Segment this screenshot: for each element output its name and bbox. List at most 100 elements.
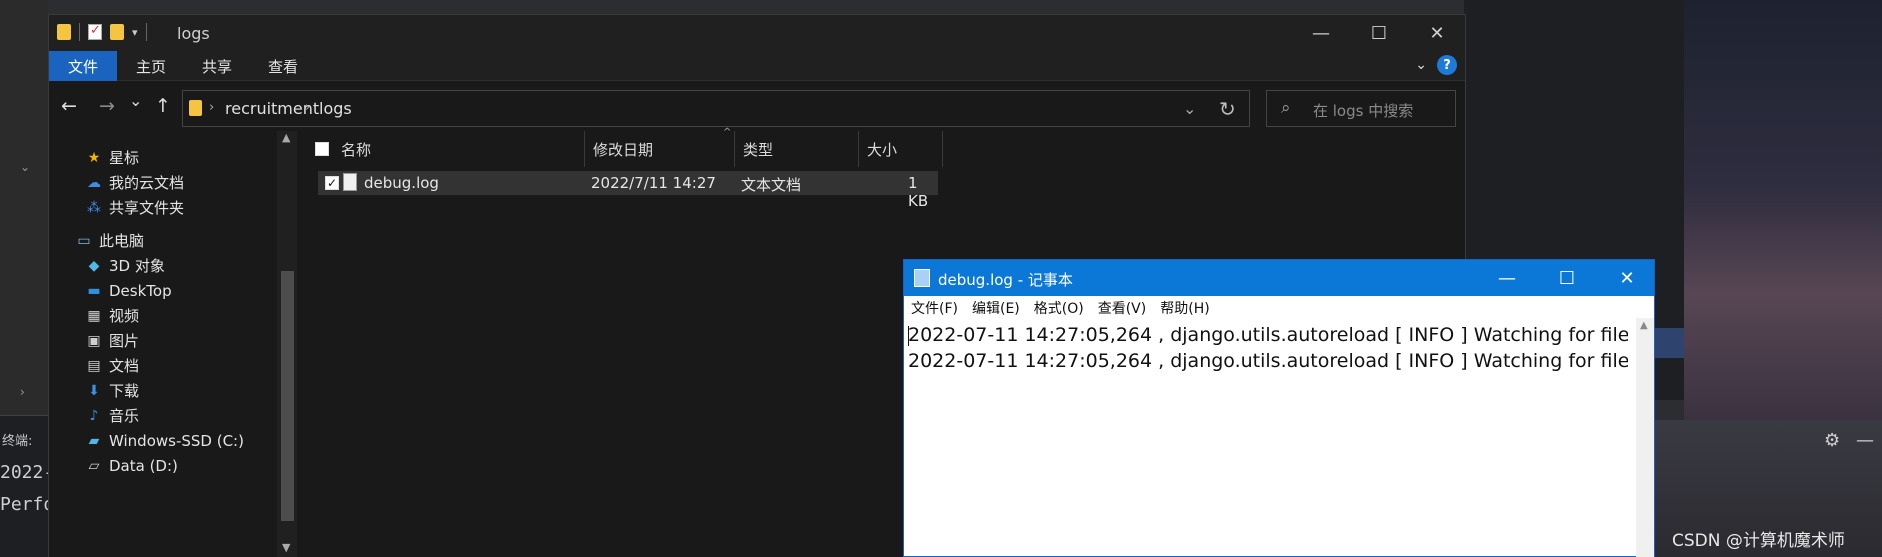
breadcrumb-logs[interactable]: logs (319, 99, 352, 118)
maximize-button[interactable]: ☐ (1538, 260, 1596, 296)
chevron-right-icon[interactable]: › (305, 100, 310, 115)
notepad-icon (914, 269, 930, 287)
chevron-down-icon[interactable]: ⌄ (20, 160, 30, 174)
expand-ribbon-icon[interactable]: ⌄ (1415, 57, 1427, 73)
sidebar-item-pictures[interactable]: ▣ 图片 (85, 328, 139, 353)
sidebar-item-cloud-docs[interactable]: ☁ 我的云文档 (85, 170, 184, 195)
help-icon[interactable]: ? (1437, 55, 1457, 75)
star-icon: ★ (87, 149, 101, 166)
picture-icon: ▣ (87, 332, 101, 349)
refresh-icon[interactable]: ↻ (1219, 97, 1236, 121)
file-modified: 2022/7/11 14:27 (591, 174, 716, 192)
download-icon: ⬇ (88, 382, 100, 399)
search-icon: ⌕ (1281, 98, 1291, 118)
gear-icon[interactable]: ⚙ (1824, 430, 1840, 451)
close-button[interactable]: ✕ (1598, 260, 1656, 296)
menu-help[interactable]: 帮助(H) (1153, 296, 1216, 318)
sidebar-item-label: 3D 对象 (109, 257, 165, 275)
explorer-titlebar[interactable]: ▾ logs — ☐ ✕ (49, 15, 1465, 51)
notepad-menubar: 文件(F) 编辑(E) 格式(O) 查看(V) 帮助(H) (904, 296, 1654, 318)
table-row[interactable]: ✓ debug.log 2022/7/11 14:27 文本文档 1 KB (318, 171, 938, 210)
chevron-down-icon[interactable]: ⌄ (1183, 99, 1196, 118)
tab-file[interactable]: 文件 (49, 51, 117, 81)
log-line: 2022-07-11 14:27:05,264 , django.utils.a… (908, 324, 1628, 346)
sidebar-item-documents[interactable]: ▤ 文档 (85, 353, 139, 378)
close-button[interactable]: ✕ (1408, 15, 1466, 51)
folder-icon (57, 24, 71, 40)
ribbon: 文件 主页 共享 查看 ⌄ ? (49, 51, 1465, 81)
select-all-checkbox[interactable] (315, 142, 329, 156)
divider (145, 23, 147, 41)
sidebar-item-star[interactable]: ★ 星标 (85, 145, 139, 170)
sidebar-item-label: 共享文件夹 (109, 199, 185, 217)
address-row: ← → ⌄ ↑ › recruitment › logs ⌄ ↻ ⌕ 在 log… (49, 81, 1465, 131)
terminal-line: Perfo (0, 494, 55, 515)
chevron-right-icon[interactable]: › (209, 100, 214, 115)
column-header-modified[interactable]: 修改日期 (585, 131, 735, 167)
forward-arrow-icon[interactable]: → (99, 95, 115, 117)
sidebar-item-3d-objects[interactable]: ◆ 3D 对象 (85, 253, 165, 278)
scroll-down-icon[interactable]: ▼ (282, 541, 290, 554)
file-type: 文本文档 (741, 176, 802, 194)
row-checkbox[interactable]: ✓ (325, 176, 339, 190)
back-arrow-icon[interactable]: ← (61, 95, 77, 117)
sidebar-item-this-pc[interactable]: ▭ 此电脑 (75, 228, 144, 253)
sidebar-item-label: DeskTop (109, 281, 172, 300)
desktop-wallpaper (1684, 0, 1882, 420)
minimize-button[interactable]: — (1478, 260, 1536, 296)
up-arrow-icon[interactable]: ↑ (155, 95, 171, 117)
scrollbar-thumb[interactable] (281, 271, 294, 521)
sidebar-item-shared-folder[interactable]: ⁂ 共享文件夹 (85, 195, 184, 220)
sidebar-item-label: 下载 (109, 382, 140, 400)
tab-view[interactable]: 查看 (251, 51, 315, 81)
sidebar-item-drive-d[interactable]: ▱ Data (D:) (85, 453, 178, 478)
hide-panel-icon[interactable]: — (1856, 430, 1874, 451)
log-line: 2022-07-11 14:27:05,264 , django.utils.a… (908, 350, 1628, 372)
sidebar-item-label: 音乐 (109, 407, 140, 425)
music-icon: ♪ (89, 407, 99, 424)
sidebar-item-desktop[interactable]: ▬ DeskTop (85, 278, 172, 303)
column-header-type[interactable]: 类型 (735, 131, 859, 167)
cube-icon: ◆ (88, 257, 100, 274)
properties-icon[interactable] (88, 23, 102, 40)
scroll-up-icon[interactable]: ▲ (1640, 320, 1648, 331)
sidebar-item-label: Windows-SSD (C:) (109, 431, 244, 450)
tab-share[interactable]: 共享 (185, 51, 249, 81)
minimize-button[interactable]: — (1292, 15, 1350, 51)
sidebar-item-drive-c[interactable]: ▰ Windows-SSD (C:) (85, 428, 244, 453)
cloud-icon: ☁ (87, 174, 101, 191)
maximize-button[interactable]: ☐ (1350, 15, 1408, 51)
search-box[interactable]: ⌕ 在 logs 中搜索 (1266, 90, 1456, 127)
notepad-scrollbar[interactable]: ▲ (1636, 318, 1654, 557)
menu-edit[interactable]: 编辑(E) (965, 296, 1027, 318)
file-size: 1 KB (908, 174, 929, 210)
column-header-size[interactable]: 大小 (859, 131, 943, 167)
customize-toolbar-icon[interactable]: ▾ (132, 26, 138, 39)
new-folder-icon[interactable] (110, 24, 124, 40)
notepad-window: debug.log - 记事本 — ☐ ✕ 文件(F) 编辑(E) 格式(O) … (903, 259, 1655, 557)
file-name: debug.log (364, 174, 439, 192)
scroll-up-icon[interactable]: ▲ (282, 131, 290, 144)
terminal-label: 终端: (2, 434, 33, 449)
notepad-titlebar[interactable]: debug.log - 记事本 — ☐ ✕ (904, 260, 1654, 296)
chevron-right-icon[interactable]: › (20, 385, 25, 399)
menu-file[interactable]: 文件(F) (904, 296, 965, 318)
sidebar-item-music[interactable]: ♪ 音乐 (85, 403, 139, 428)
sidebar-item-downloads[interactable]: ⬇ 下载 (85, 378, 139, 403)
menu-view[interactable]: 查看(V) (1091, 296, 1154, 318)
recent-locations-icon[interactable]: ⌄ (129, 91, 142, 110)
address-bar[interactable]: › recruitment › logs ⌄ ↻ (182, 90, 1250, 127)
sidebar-item-videos[interactable]: ▦ 视频 (85, 303, 139, 328)
tab-home[interactable]: 主页 (119, 51, 183, 81)
sidebar-item-label: 我的云文档 (109, 174, 185, 192)
divider (79, 23, 80, 41)
notepad-text-area[interactable]: 2022-07-11 14:27:05,264 , django.utils.a… (908, 322, 1628, 557)
sidebar-item-label: 图片 (109, 332, 140, 350)
watermark: CSDN @计算机魔术师 (1672, 531, 1845, 551)
column-header-name[interactable]: 名称 (333, 131, 585, 167)
search-input[interactable]: 在 logs 中搜索 (1313, 100, 1413, 121)
computer-icon: ▭ (77, 232, 91, 249)
navigation-scrollbar[interactable]: ▲ ▼ (277, 131, 297, 557)
menu-format[interactable]: 格式(O) (1027, 296, 1091, 318)
sidebar-item-label: 文档 (109, 357, 140, 375)
